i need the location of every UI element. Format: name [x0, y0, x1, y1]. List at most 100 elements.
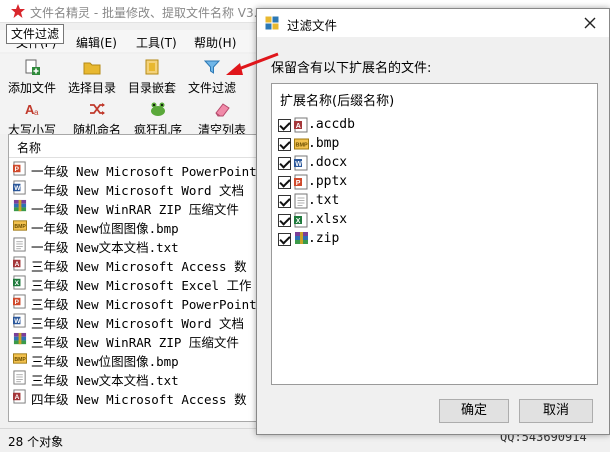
red-arrow-icon: [226, 52, 279, 75]
list-item-name: 四年级 New Microsoft Access 数: [31, 392, 247, 407]
add-file-label: 添加文件: [7, 81, 56, 95]
docx-file-icon: W: [13, 313, 26, 328]
status-text: 28 个对象: [8, 435, 64, 449]
file-filter-label: 文件过滤: [187, 81, 236, 95]
extension-checkbox[interactable]: [278, 214, 291, 227]
extension-item[interactable]: .zip: [278, 230, 478, 249]
extension-list[interactable]: 扩展名称(后缀名称) A .accdb BMP .bmp W .docx P .pptx .tx…: [271, 83, 598, 385]
list-column-header[interactable]: 名称: [9, 135, 259, 158]
docx-file-icon: W: [13, 180, 26, 195]
txt-file-icon: [13, 370, 26, 385]
accdb-file-icon: A: [294, 117, 308, 133]
extension-item[interactable]: .txt: [278, 192, 478, 211]
extension-item[interactable]: W .docx: [278, 154, 478, 173]
xlsx-file-icon: X: [13, 275, 26, 290]
extension-item[interactable]: A .accdb: [278, 116, 478, 135]
dialog-title-bar: 过滤文件: [257, 9, 609, 37]
list-item[interactable]: BMP 三年级 New位图图像.bmp: [13, 349, 259, 369]
svg-text:A: A: [296, 123, 301, 130]
svg-text:BMP: BMP: [14, 224, 26, 230]
svg-text:X: X: [296, 218, 301, 225]
list-item[interactable]: 一年级 New WinRAR ZIP 压缩文件: [13, 197, 259, 217]
list-item[interactable]: 三年级 New WinRAR ZIP 压缩文件: [13, 330, 259, 350]
svg-text:W: W: [14, 318, 21, 325]
extension-checkbox[interactable]: [278, 176, 291, 189]
extension-checkbox[interactable]: [278, 157, 291, 170]
frog-icon: [151, 102, 165, 116]
svg-text:BMP: BMP: [14, 357, 26, 363]
svg-text:W: W: [295, 161, 302, 168]
extension-checkbox[interactable]: [278, 195, 291, 208]
extension-label: .xlsx: [308, 212, 348, 227]
menu-tools[interactable]: 工具(T): [136, 34, 177, 51]
star-app-icon: [11, 4, 25, 18]
funnel-icon: [203, 60, 221, 74]
pptx-file-icon: P: [13, 294, 26, 309]
nested-folder-label: 目录嵌套: [127, 81, 176, 95]
accdb-file-icon: A: [13, 256, 26, 271]
list-item[interactable]: A 三年级 New Microsoft Access 数: [13, 254, 259, 274]
extension-label: .pptx: [308, 174, 348, 189]
extension-checkbox[interactable]: [278, 138, 291, 151]
add-file-icon: [25, 59, 40, 75]
accdb-file-icon: A: [13, 389, 26, 404]
pptx-file-icon: P: [294, 174, 308, 190]
list-item[interactable]: 一年级 New文本文档.txt: [13, 235, 259, 255]
zip-file-icon: [13, 199, 27, 212]
shuffle-icon: [90, 103, 105, 115]
list-item[interactable]: P 三年级 New Microsoft PowerPoint: [13, 292, 259, 312]
extension-label: .docx: [308, 155, 348, 170]
nested-folder-button[interactable]: 目录嵌套: [124, 54, 180, 98]
svg-text:a: a: [34, 108, 39, 117]
list-item[interactable]: X 三年级 New Microsoft Excel 工作: [13, 273, 259, 293]
list-item[interactable]: P 一年级 New Microsoft PowerPoint: [13, 159, 259, 179]
toolbar-row-2: A a 大写小写 随机命名 疯狂乱序 清空列表: [0, 96, 258, 137]
txt-file-icon: [294, 193, 308, 209]
svg-text:P: P: [296, 180, 301, 187]
pptx-file-icon: P: [13, 161, 26, 176]
extension-checkbox[interactable]: [278, 233, 291, 246]
add-file-button[interactable]: 添加文件: [4, 54, 60, 98]
cancel-button[interactable]: 取消: [519, 399, 593, 423]
filter-dialog: 过滤文件 保留含有以下扩展名的文件: 扩展名称(后缀名称) A .accdb BMP…: [256, 8, 610, 435]
filter-tooltip: 文件过滤: [6, 24, 65, 44]
svg-text:BMP: BMP: [296, 143, 309, 149]
docx-file-icon: W: [294, 155, 308, 171]
list-item[interactable]: W 一年级 New Microsoft Word 文档: [13, 178, 259, 198]
case-icon: A a: [25, 102, 39, 117]
svg-text:W: W: [14, 185, 21, 192]
ok-button[interactable]: 确定: [439, 399, 509, 423]
extension-label: .txt: [308, 193, 340, 208]
extension-list-header: 扩展名称(后缀名称): [280, 94, 395, 109]
svg-text:X: X: [15, 280, 20, 287]
dialog-prompt: 保留含有以下扩展名的文件:: [271, 61, 432, 76]
file-list[interactable]: 名称 P 一年级 New Microsoft PowerPoint W 一年级 New…: [8, 134, 260, 422]
extension-item[interactable]: P .pptx: [278, 173, 478, 192]
bmp-file-icon: BMP: [13, 353, 27, 364]
window-icon: [265, 16, 279, 30]
list-item[interactable]: W 三年级 New Microsoft Word 文档: [13, 311, 259, 331]
folder-icon: [83, 62, 101, 75]
extension-checkbox[interactable]: [278, 119, 291, 132]
extension-item[interactable]: X .xlsx: [278, 211, 478, 230]
svg-text:P: P: [15, 166, 20, 173]
nested-folder-icon: [145, 59, 159, 75]
svg-text:A: A: [15, 261, 20, 268]
column-name-label: 名称: [17, 141, 42, 155]
extension-item[interactable]: BMP .bmp: [278, 135, 478, 154]
eraser-icon: [215, 103, 230, 117]
extension-label: .zip: [308, 231, 340, 246]
list-item[interactable]: A 四年级 New Microsoft Access 数: [13, 387, 259, 407]
svg-text:P: P: [15, 299, 20, 306]
menu-edit[interactable]: 编辑(E): [76, 34, 117, 51]
zip-file-icon: [295, 232, 308, 244]
select-folder-label: 选择目录: [67, 81, 116, 95]
close-icon[interactable]: [579, 13, 601, 33]
menu-help[interactable]: 帮助(H): [194, 34, 236, 51]
list-item[interactable]: 三年级 New文本文档.txt: [13, 368, 259, 388]
select-folder-button[interactable]: 选择目录: [64, 54, 120, 98]
app-title: 文件名精灵 - 批量修改、提取文件名称 V3.0: [30, 6, 266, 20]
list-item[interactable]: BMP 一年级 New位图图像.bmp: [13, 216, 259, 236]
bmp-file-icon: BMP: [294, 138, 309, 150]
dialog-title: 过滤文件: [287, 18, 338, 33]
